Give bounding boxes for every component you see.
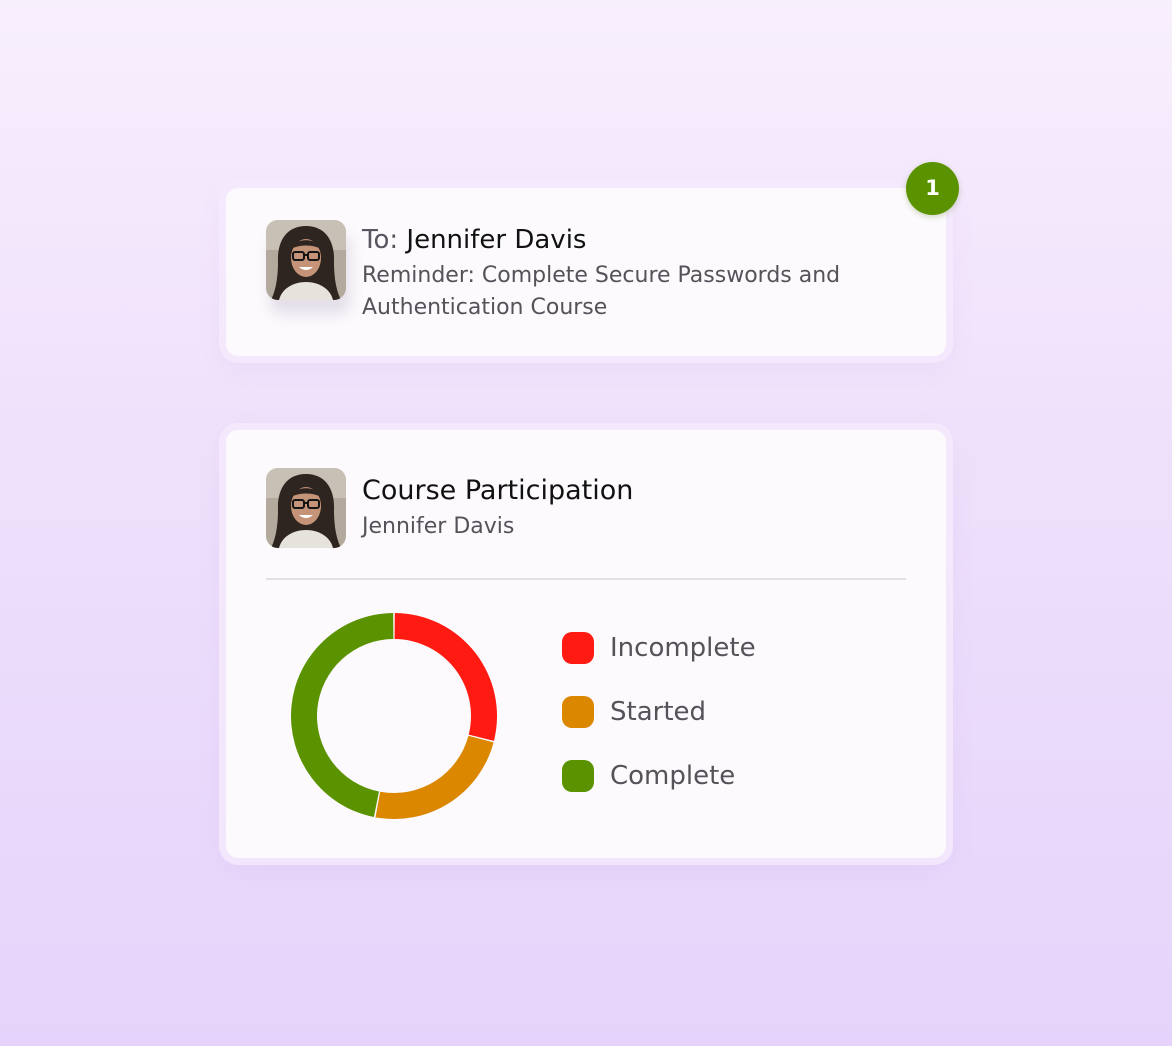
recipient-name: Jennifer Davis [406,225,587,255]
donut-slice-incomplete [394,613,497,741]
donut-slice-complete [290,613,394,818]
recipient-avatar [266,220,346,300]
notification-count-badge: 1 [906,162,959,215]
recipient-line: To: Jennifer Davis [362,224,586,256]
donut-slice-started [375,735,494,819]
course-participation-card: Course Participation Jennifer Davis Inco… [226,430,946,858]
legend-label: Complete [610,761,736,791]
legend-swatch [562,632,594,664]
card-title: Course Participation [362,475,634,506]
participant-name: Jennifer Davis [362,514,515,539]
participant-avatar [266,468,346,548]
legend-swatch [562,696,594,728]
reminder-subject: Reminder: Complete Secure Passwords and … [362,263,841,320]
to-label: To: [362,225,407,255]
reminder-card[interactable]: To: Jennifer Davis Reminder: Complete Se… [226,188,946,356]
divider [266,578,906,580]
participation-donut-chart [290,613,497,819]
legend-label: Incomplete [610,633,756,663]
legend-label: Started [610,697,707,727]
legend-swatch [562,760,594,792]
